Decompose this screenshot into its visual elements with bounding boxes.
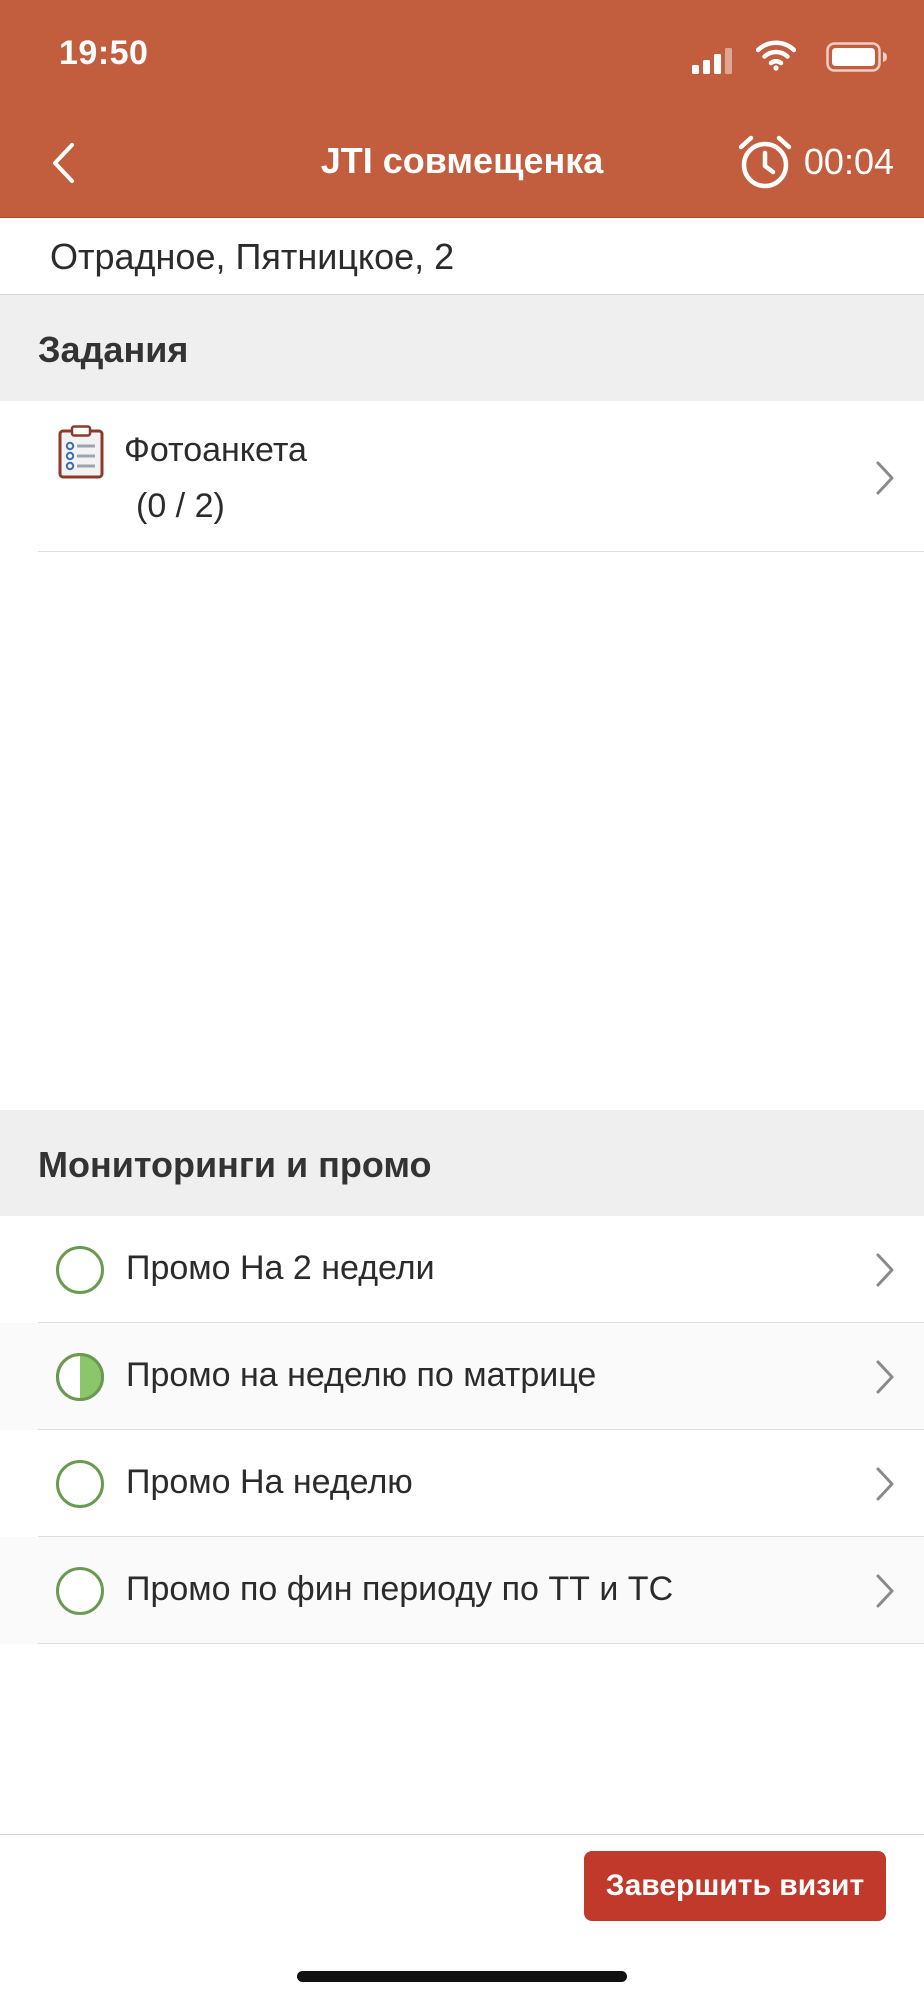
alarm-clock-icon [738, 135, 792, 189]
promo-label: Промо на неделю по матрице [126, 1356, 597, 1394]
status-half-circle-icon [56, 1353, 104, 1401]
chevron-right-icon [876, 461, 894, 495]
tasks-section-title: Задания [38, 329, 189, 370]
top-bar: 19:50 JTI совмещенка 00:04 [0, 0, 924, 218]
home-indicator[interactable] [297, 1971, 627, 1982]
task-row-photo-survey[interactable]: Фотоанкета (0 / 2) [0, 401, 924, 552]
task-progress-count: (0 / 2) [136, 487, 225, 525]
promo-row[interactable]: Промо На 2 недели [0, 1216, 924, 1323]
status-empty-circle-icon [56, 1567, 104, 1615]
chevron-right-icon [876, 1360, 894, 1394]
clipboard-icon [58, 425, 104, 479]
chevron-right-icon [876, 1574, 894, 1608]
promo-section-title: Мониторинги и промо [38, 1144, 432, 1185]
promo-label: Промо по фин периоду по ТТ и ТС [126, 1570, 674, 1608]
store-address: Отрадное, Пятницкое, 2 [0, 218, 924, 295]
promo-label: Промо На неделю [126, 1463, 413, 1501]
wifi-icon [756, 40, 796, 71]
battery-icon [826, 42, 887, 72]
promo-section-header: Мониторинги и промо [0, 1110, 924, 1216]
task-title: Фотоанкета [124, 431, 307, 469]
promo-row[interactable]: Промо На неделю [0, 1430, 924, 1537]
promo-row[interactable]: Промо по фин периоду по ТТ и ТС [0, 1537, 924, 1644]
status-empty-circle-icon [56, 1246, 104, 1294]
chevron-right-icon [876, 1253, 894, 1287]
address-text: Отрадное, Пятницкое, 2 [50, 236, 455, 277]
promo-label: Промо На 2 недели [126, 1249, 435, 1287]
row-divider [38, 551, 924, 552]
signal-icon [692, 44, 736, 74]
row-divider [38, 1643, 924, 1644]
finish-visit-button[interactable]: Завершить визит [584, 1851, 886, 1921]
tasks-section-header: Задания [0, 295, 924, 401]
timer-value: 00:04 [803, 141, 894, 182]
status-time: 19:50 [59, 34, 149, 72]
visit-timer: 00:04 [736, 132, 894, 192]
chevron-right-icon [876, 1467, 894, 1501]
promo-row[interactable]: Промо на неделю по матрице [0, 1323, 924, 1430]
status-empty-circle-icon [56, 1460, 104, 1508]
